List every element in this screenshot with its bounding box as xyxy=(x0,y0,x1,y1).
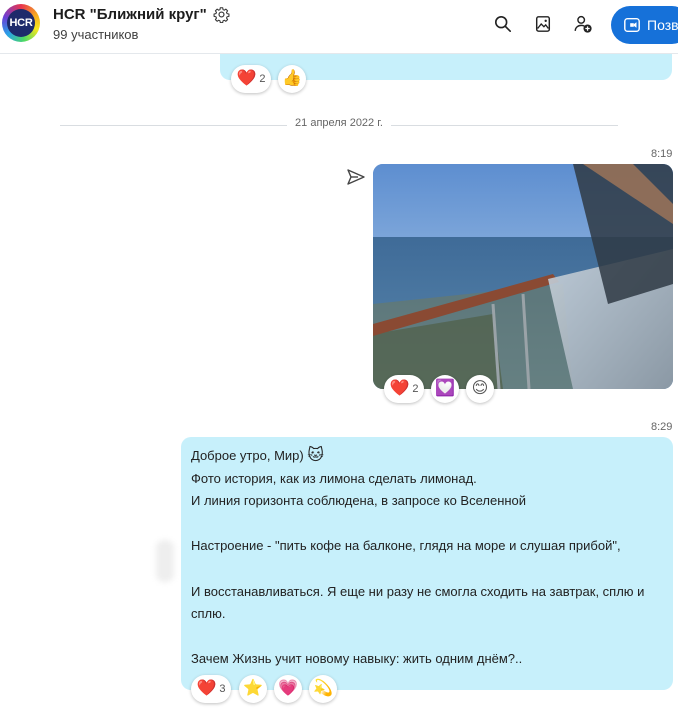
call-button-label: Позв xyxy=(647,17,678,33)
smile-icon: 😊 xyxy=(471,380,489,397)
reaction-heart[interactable]: ❤️ 3 xyxy=(191,675,231,703)
sparkle-icon: 💫 xyxy=(313,680,333,697)
reaction-heart-outline[interactable]: 💟 xyxy=(431,375,459,403)
message-line: И линия горизонта соблюдена, в запросе к… xyxy=(191,493,527,509)
avatar-text: HCR xyxy=(7,9,35,37)
heart-icon: ❤️ xyxy=(389,380,410,397)
reaction-count: 2 xyxy=(259,73,266,85)
message-line: Настроение - "пить кофе на балконе, гляд… xyxy=(191,538,621,554)
search-icon[interactable] xyxy=(492,13,514,35)
video-call-button[interactable]: Позв xyxy=(611,6,678,44)
message-time: 8:19 xyxy=(651,148,673,160)
heart-icon: ❤️ xyxy=(196,680,217,697)
reaction-heart[interactable]: ❤️ 2 xyxy=(231,65,271,93)
reaction-pink-heart[interactable]: 💗 xyxy=(274,675,302,703)
reaction-sparkle[interactable]: 💫 xyxy=(309,675,337,703)
date-separator: 21 апреля 2022 г. xyxy=(60,117,618,133)
chat-header: HCR HCR "Ближний круг" 99 участников Поз… xyxy=(0,0,678,54)
date-label: 21 апреля 2022 г. xyxy=(287,117,391,129)
sea-balcony-photo xyxy=(373,164,673,389)
reaction-count: 3 xyxy=(219,683,226,695)
message-line: Фото история, как из лимона сделать лимо… xyxy=(191,470,477,486)
reaction-star[interactable]: ⭐ xyxy=(239,675,267,703)
thumbs-up-icon: 👍 xyxy=(282,70,302,87)
add-person-icon[interactable] xyxy=(572,13,594,35)
gallery-icon[interactable] xyxy=(532,13,554,35)
message-line: И восстанавливаться. Я еще ни разу не см… xyxy=(191,583,645,622)
forward-icon[interactable] xyxy=(346,167,366,187)
reaction-smile[interactable]: 😊 xyxy=(466,375,494,403)
cat-face-icon: 🐱 xyxy=(307,447,325,464)
message-time: 8:29 xyxy=(651,421,673,433)
heart-outline-icon: 💟 xyxy=(435,380,455,397)
chat-title[interactable]: HCR "Ближний круг" xyxy=(53,6,230,23)
star-icon: ⭐ xyxy=(243,680,263,697)
reaction-thumbs-up[interactable]: 👍 xyxy=(278,65,306,93)
message-line: Зачем Жизнь учит новому навыку: жить одн… xyxy=(191,651,523,667)
reaction-count: 2 xyxy=(412,383,419,395)
group-avatar[interactable]: HCR xyxy=(2,4,40,42)
text-message-bubble[interactable]: Доброе утро, Мир) 🐱 Фото история, как из… xyxy=(181,437,673,690)
sender-avatar[interactable] xyxy=(156,540,174,582)
photo-attachment[interactable] xyxy=(373,164,673,389)
message-text: Доброе утро, Мир) xyxy=(191,448,304,463)
gear-icon[interactable] xyxy=(213,6,230,23)
chat-title-text: HCR "Ближний круг" xyxy=(53,6,207,23)
pink-heart-icon: 💗 xyxy=(278,680,298,697)
video-call-icon xyxy=(624,17,640,33)
member-count[interactable]: 99 участников xyxy=(53,27,138,42)
reaction-heart[interactable]: ❤️ 2 xyxy=(384,375,424,403)
heart-icon: ❤️ xyxy=(236,70,257,87)
message-line: Доброе утро, Мир) 🐱 xyxy=(191,445,663,468)
